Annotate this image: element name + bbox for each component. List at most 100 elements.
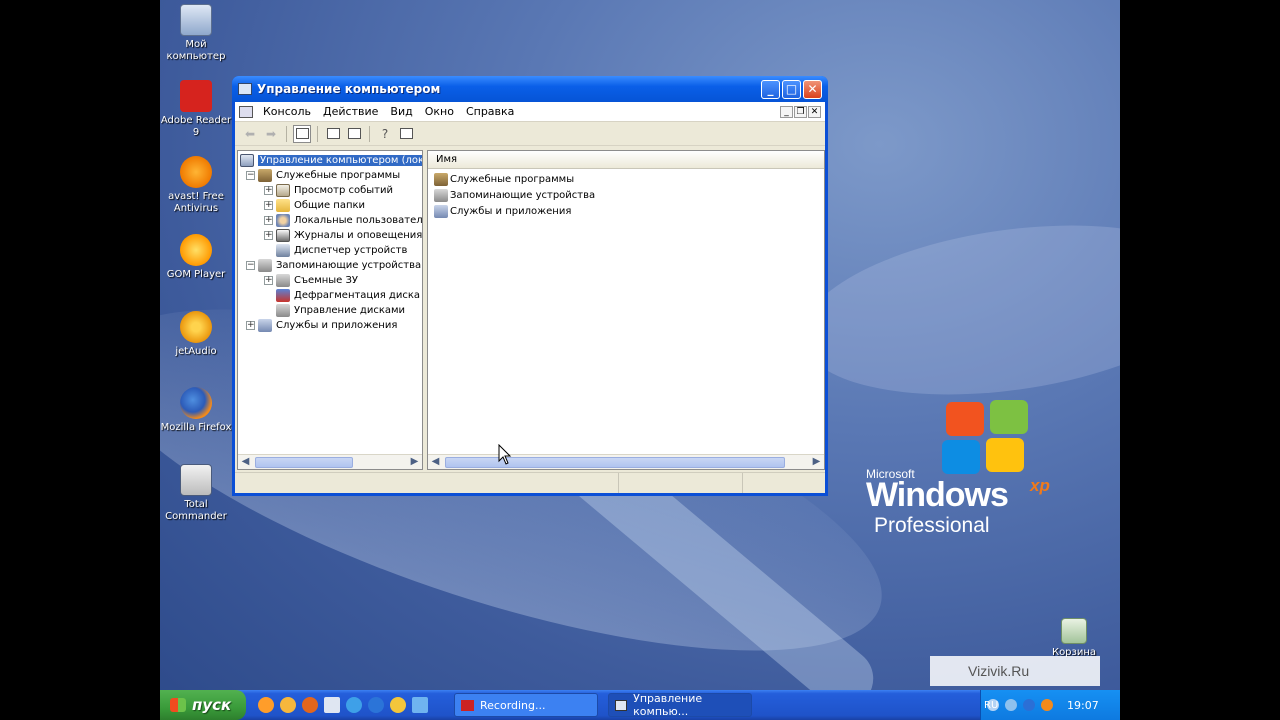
firefox-icon[interactable] (302, 697, 318, 713)
desktop-icon-firefox[interactable]: Mozilla Firefox (160, 387, 234, 434)
show-hide-action-pane-icon[interactable] (397, 125, 415, 143)
tree-root-label: Управление компьютером (локал (258, 155, 422, 166)
clock[interactable]: 19:07 (1067, 699, 1099, 712)
scroll-thumb[interactable] (255, 456, 353, 468)
language-indicator[interactable]: RU (984, 700, 998, 711)
tree-item-defrag[interactable]: Дефрагментация диска (240, 288, 422, 303)
computer-management-icon (240, 154, 254, 167)
tray-icon[interactable] (1023, 699, 1035, 711)
tree-horizontal-scrollbar[interactable]: ◀ ▶ (238, 454, 422, 469)
tree-item-event-viewer[interactable]: + Просмотр событий (240, 183, 422, 198)
forward-arrow-icon[interactable]: ➡ (262, 125, 280, 143)
collapse-icon[interactable]: − (246, 261, 255, 270)
maximize-button[interactable]: □ (782, 79, 801, 99)
mdi-minimize-button[interactable]: _ (780, 105, 793, 118)
expand-icon[interactable]: + (264, 231, 273, 240)
menu-help[interactable]: Справка (460, 105, 520, 118)
mdi-restore-button[interactable]: ❐ (794, 105, 807, 118)
tray-icon[interactable] (1005, 699, 1017, 711)
tree-item-label: Локальные пользовател (294, 215, 422, 226)
desktop-icon-gom-player[interactable]: GOM Player (160, 234, 234, 281)
adobe-reader-icon (180, 80, 212, 112)
window-titlebar[interactable]: Управление компьютером _ □ ✕ (232, 76, 828, 102)
tree-item-label: Общие папки (294, 200, 366, 211)
storage-icon (258, 259, 272, 272)
windows-flag-icon (170, 698, 186, 712)
tree-item-label: Дефрагментация диска (294, 290, 421, 301)
menu-window[interactable]: Окно (419, 105, 460, 118)
expand-icon[interactable]: + (264, 216, 273, 225)
window-icon[interactable] (412, 697, 428, 713)
task-label: Recording... (480, 698, 546, 712)
collapse-icon[interactable]: − (246, 171, 255, 180)
column-header-name[interactable]: Имя (428, 151, 824, 169)
minimize-button[interactable]: _ (761, 79, 780, 99)
mdi-close-button[interactable]: ✕ (808, 105, 821, 118)
close-button[interactable]: ✕ (803, 79, 822, 99)
tree-item-storage[interactable]: − Запоминающие устройства (240, 258, 422, 273)
taskbar-button-computer-management[interactable]: Управление компью... (608, 692, 752, 718)
scroll-left-icon[interactable]: ◀ (428, 456, 443, 469)
tree-item-local-users[interactable]: + Локальные пользовател (240, 213, 422, 228)
expand-icon[interactable]: + (246, 321, 255, 330)
scroll-track[interactable] (253, 456, 407, 469)
desktop-icon-my-computer[interactable]: Мой компьютер (160, 4, 234, 63)
desktop-icon-avast[interactable]: avast! Free Antivirus (160, 156, 234, 215)
list-item-label: Служебные программы (450, 173, 575, 185)
ie-icon[interactable] (368, 697, 384, 713)
desktop-icon-total-commander[interactable]: Total Commander (160, 464, 234, 523)
back-arrow-icon[interactable]: ⬅ (241, 125, 259, 143)
help-icon[interactable]: ? (376, 125, 394, 143)
storage-icon (434, 188, 448, 202)
scroll-right-icon[interactable]: ▶ (407, 456, 422, 469)
taskbar-button-recording[interactable]: Recording... (454, 693, 598, 717)
list-horizontal-scrollbar[interactable]: ◀ ▶ (428, 454, 824, 469)
menu-action[interactable]: Действие (317, 105, 384, 118)
desktop-icon-adobe-reader[interactable]: Adobe Reader 9 (160, 80, 234, 139)
desktop-icon-recycle-bin[interactable]: Корзина (1036, 618, 1112, 659)
ie-icon[interactable] (346, 697, 362, 713)
tray-icon[interactable] (1041, 699, 1053, 711)
jetaudio-icon (180, 311, 212, 343)
menu-console[interactable]: Консоль (257, 105, 317, 118)
media-icon[interactable] (390, 697, 406, 713)
services-icon (434, 204, 448, 218)
shared-folders-icon (276, 199, 290, 212)
expand-icon[interactable]: + (264, 186, 273, 195)
tree-item-shared-folders[interactable]: + Общие папки (240, 198, 422, 213)
menu-view[interactable]: Вид (384, 105, 418, 118)
wallpaper-swoosh (790, 201, 1120, 419)
scroll-left-icon[interactable]: ◀ (238, 456, 253, 469)
quick-launch-icon[interactable] (258, 697, 274, 713)
expand-icon[interactable]: + (264, 276, 273, 285)
list-item[interactable]: Службы и приложения (428, 203, 824, 219)
quick-launch (258, 697, 428, 713)
desktop-icon-jetaudio[interactable]: jetAudio (160, 311, 234, 358)
status-pane (743, 473, 825, 493)
scroll-right-icon[interactable]: ▶ (809, 456, 824, 469)
tree-item-services-apps[interactable]: + Службы и приложения (240, 318, 422, 333)
export-list-icon[interactable] (345, 125, 363, 143)
record-icon (461, 699, 474, 711)
taskbar: пуск Recording... Управление компью... 1… (160, 690, 1120, 720)
properties-icon[interactable] (324, 125, 342, 143)
tree-item-device-manager[interactable]: Диспетчер устройств (240, 243, 422, 258)
tree-item-removable-storage[interactable]: + Съемные ЗУ (240, 273, 422, 288)
tree-item-disk-management[interactable]: Управление дисками (240, 303, 422, 318)
quick-launch-icon[interactable] (280, 697, 296, 713)
scroll-thumb[interactable] (445, 456, 785, 468)
tree-item-logs-alerts[interactable]: + Журналы и оповещения пр (240, 228, 422, 243)
start-button[interactable]: пуск (160, 690, 246, 720)
computer-icon[interactable] (324, 697, 340, 713)
expand-icon[interactable]: + (264, 201, 273, 210)
show-hide-tree-icon[interactable] (293, 124, 311, 143)
toolbar: ⬅ ➡ ? (235, 122, 825, 146)
tree-root[interactable]: Управление компьютером (локал (240, 153, 422, 168)
window-client: Консоль Действие Вид Окно Справка _ ❐ ✕ … (235, 102, 825, 493)
logo-windows: Windows (866, 476, 1009, 514)
list-item[interactable]: Запоминающие устройства (428, 187, 824, 203)
tree-item-system-tools[interactable]: − Служебные программы (240, 168, 422, 183)
list-item[interactable]: Служебные программы (428, 171, 824, 187)
logo-xp: xp (1030, 476, 1050, 495)
computer-management-icon (615, 699, 628, 711)
